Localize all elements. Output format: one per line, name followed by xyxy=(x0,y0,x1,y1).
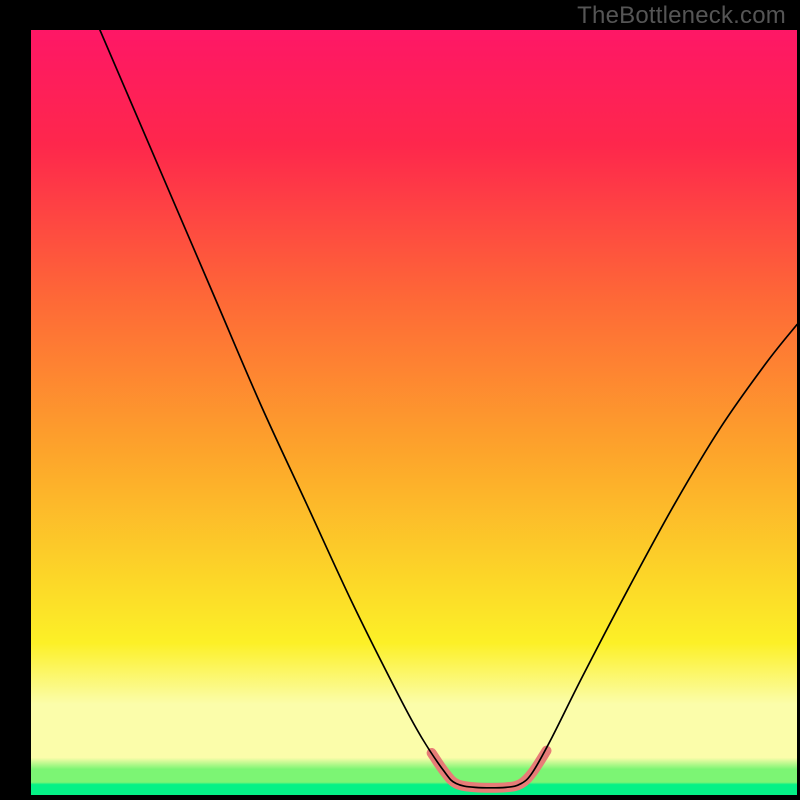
curve-layer xyxy=(31,30,797,795)
u-bottom-highlight xyxy=(432,751,547,788)
watermark-text: TheBottleneck.com xyxy=(577,2,786,30)
plot-area xyxy=(31,30,797,795)
bottleneck-curve xyxy=(100,30,797,788)
chart-frame: TheBottleneck.com xyxy=(0,0,800,800)
